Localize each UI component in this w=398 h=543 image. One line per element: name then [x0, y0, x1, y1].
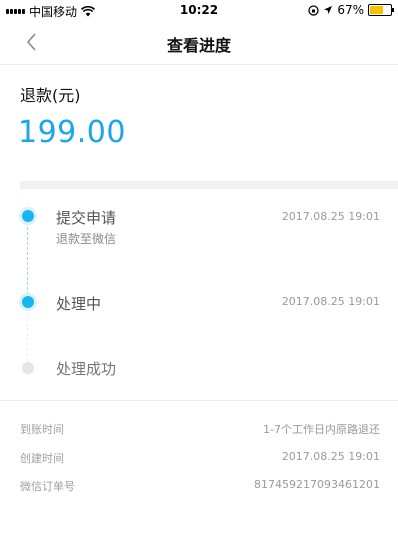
info-label: 微信订单号: [20, 480, 75, 493]
step-subtitle: 退款至微信: [56, 232, 117, 246]
step-title: 处理中: [56, 295, 102, 313]
nav-bar: 查看进度: [0, 20, 398, 65]
page-title: 查看进度: [166, 36, 231, 55]
timeline-dot-done: [22, 210, 34, 222]
info-divider: [0, 400, 398, 401]
battery-icon: [368, 4, 394, 16]
orientation-lock-icon: [308, 4, 319, 16]
info-value: 1-7个工作日内原路退还: [263, 423, 380, 436]
info-label: 到账时间: [20, 423, 64, 436]
order-number[interactable]: 8174592170934612​01: [254, 478, 380, 491]
refund-label: 退款(元): [20, 86, 81, 105]
section-divider: [20, 181, 398, 189]
step-title: 处理成功: [56, 360, 117, 378]
timeline-dot-done: [22, 296, 34, 308]
timeline-connector: [27, 222, 28, 300]
info-value: 2017.08.25 19:01: [281, 450, 380, 463]
info-label: 创建时间: [20, 452, 64, 465]
battery-percent: 67%: [337, 3, 364, 17]
step-title: 提交申请: [56, 209, 117, 227]
step-time: 2017.08.25 19:01: [281, 295, 380, 308]
status-right: 67%: [308, 3, 394, 17]
step-time: 2017.08.25 19:01: [281, 210, 380, 223]
refund-amount: 199.00: [18, 115, 126, 150]
timeline-dot-pending: [22, 362, 34, 374]
status-bar: 中国移动 10:22 67%: [0, 0, 398, 20]
location-icon: [324, 6, 333, 14]
timeline-connector-pending: [27, 308, 28, 366]
